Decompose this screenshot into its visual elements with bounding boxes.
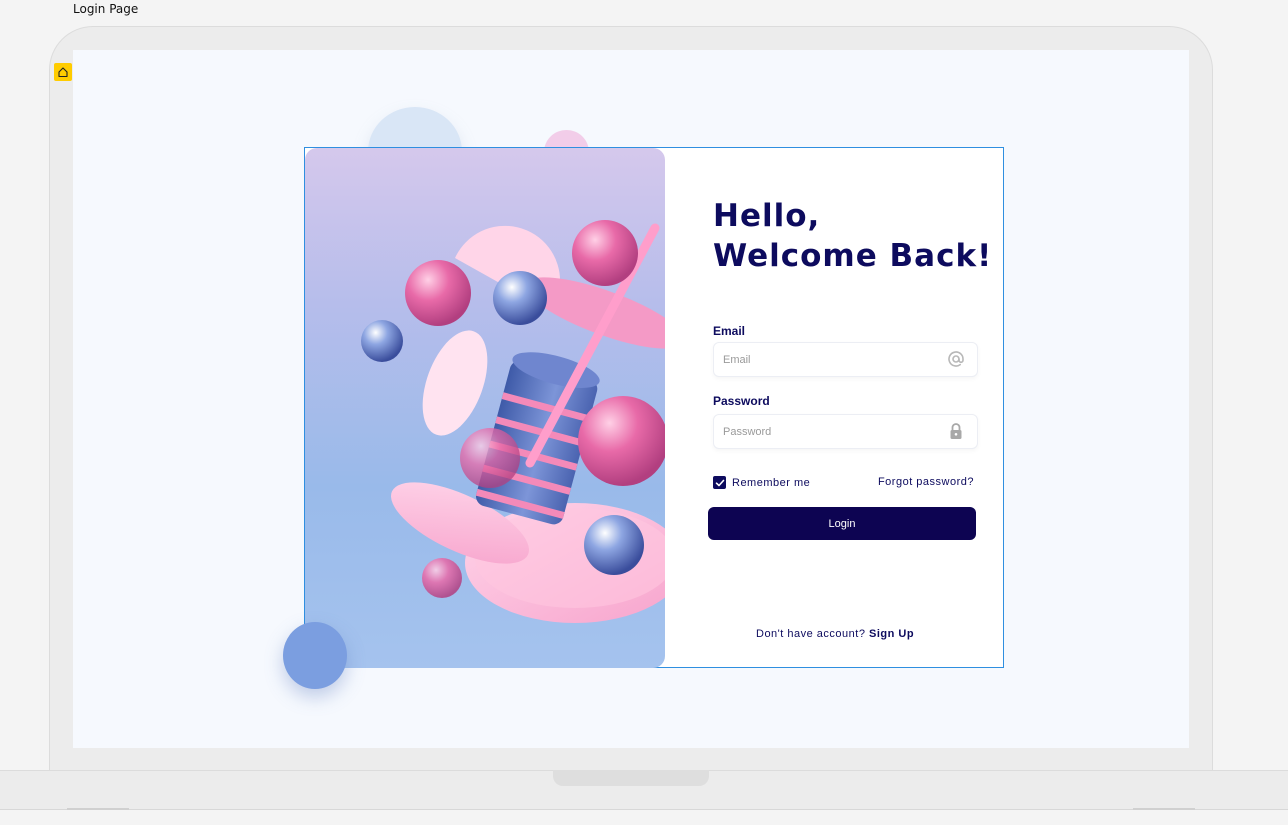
hero-illustration [305,148,665,668]
home-icon[interactable] [54,63,72,81]
laptop-foot-right [1133,808,1195,810]
login-form: Hello, Welcome Back! Email Password [708,148,1003,668]
title-line-2: Welcome Back! [713,238,993,274]
page-title: Hello, Welcome Back! [713,196,992,276]
decor-bubble-blue [283,622,347,689]
password-field-container [713,414,978,449]
signup-prompt-text: Don't have account? [756,628,866,640]
remember-me-checkbox[interactable]: Remember me [713,476,810,489]
email-label: Email [713,324,746,338]
signup-prompt: Don't have account? Sign Up [756,628,914,640]
email-field-container [713,342,978,377]
frame-label: Login Page [73,2,139,16]
login-button[interactable]: Login [708,507,976,540]
checkbox-checked-icon[interactable] [713,476,726,489]
remember-me-label: Remember me [732,476,811,489]
password-input[interactable] [721,415,935,448]
laptop-hinge-notch [553,770,709,786]
email-input[interactable] [721,343,935,376]
forgot-password-link[interactable]: Forgot password? [878,476,974,488]
sign-up-link[interactable]: Sign Up [869,628,914,640]
title-line-1: Hello, [713,198,821,234]
at-sign-icon [948,351,964,367]
password-label: Password [713,394,770,408]
laptop-foot-left [67,808,129,810]
lock-icon [950,423,962,439]
login-card: Hello, Welcome Back! Email Password [304,147,1004,668]
